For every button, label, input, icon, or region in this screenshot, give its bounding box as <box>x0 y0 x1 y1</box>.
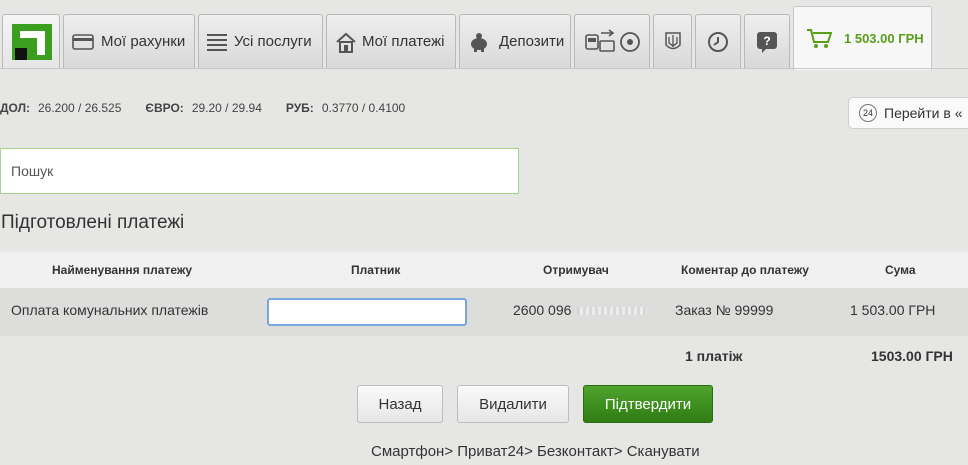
piggy-bank-icon <box>471 32 487 52</box>
cart-amount: 1 503.00 ГРН <box>844 31 924 46</box>
table-row: Оплата комунальних платежів 2600 096 Зак… <box>0 288 968 336</box>
rate-eur: ЄВРО: 29.20 / 29.94 <box>145 101 262 115</box>
column-header-amount: Сума <box>885 263 916 277</box>
table-header: Найменування платежу Платник Отримувач К… <box>0 252 968 288</box>
privat-logo[interactable] <box>2 14 60 68</box>
tab-my-payments[interactable]: Мої платежі <box>326 14 456 68</box>
travel-icon <box>585 28 615 52</box>
tab-help[interactable]: ? <box>744 14 790 68</box>
tab-my-payments-label: Мої платежі <box>362 33 445 50</box>
card-icon <box>72 33 94 50</box>
clock-icon <box>708 31 728 52</box>
coat-of-arms-icon <box>664 31 681 49</box>
rate-rub: РУБ: 0.3770 / 0.4100 <box>285 101 406 115</box>
payment-count: 1 платіж <box>685 348 743 364</box>
payer-input[interactable] <box>267 298 467 326</box>
exchange-rates: ДОЛ: 26.200 / 26.525 ЄВРО: 29.20 / 29.94 Р… <box>0 101 429 115</box>
tab-deposits[interactable]: Депозити <box>459 14 571 68</box>
recipient-account: 2600 096 <box>513 302 648 318</box>
column-header-recipient: Отримувач <box>543 263 609 277</box>
search-input[interactable] <box>0 148 519 194</box>
tab-all-services-label: Усі послуги <box>234 33 312 50</box>
back-button[interactable]: Назад <box>357 385 443 423</box>
football-icon <box>620 31 640 52</box>
tab-history[interactable] <box>695 14 741 68</box>
help-icon: ? <box>757 31 777 53</box>
tab-my-accounts[interactable]: Мої рахунки <box>63 14 195 68</box>
privat-logo-icon <box>12 24 52 60</box>
tab-deposits-label: Депозити <box>499 33 565 50</box>
payment-comment: Заказ № 99999 <box>675 302 774 318</box>
payment-name: Оплата комунальних платежів <box>11 302 209 318</box>
nav-divider <box>0 68 968 69</box>
tab-cart[interactable]: 1 503.00 ГРН <box>793 6 932 70</box>
privat24-badge-icon: 24 <box>859 104 877 122</box>
tab-all-services[interactable]: Усі послуги <box>198 14 323 68</box>
tab-travel-sport[interactable] <box>574 14 650 68</box>
rate-usd: ДОЛ: 26.200 / 26.525 <box>0 101 122 115</box>
payment-total: 1503.00 ГРН <box>871 348 953 364</box>
list-icon <box>207 33 227 51</box>
goto-button[interactable]: 24 Перейти в « <box>848 97 968 129</box>
masked-digits <box>577 307 648 316</box>
payment-amount: 1 503.00 ГРН <box>850 302 936 318</box>
column-header-comment: Коментар до платежу <box>681 263 809 277</box>
confirm-button[interactable]: Підтвердити <box>583 385 713 423</box>
column-header-name: Найменування платежу <box>52 263 193 277</box>
tab-my-accounts-label: Мої рахунки <box>101 33 186 50</box>
column-header-payer: Платник <box>351 263 401 277</box>
page-title: Підготовлені платежі <box>1 212 185 233</box>
table-summary: 1 платіж 1503.00 ГРН <box>0 336 968 376</box>
svg-text:?: ? <box>763 34 770 48</box>
top-nav: Мої рахунки Усі послуги Мої платежі Депо… <box>0 0 968 70</box>
delete-button[interactable]: Видалити <box>457 385 569 423</box>
tab-government[interactable] <box>653 14 692 68</box>
cart-icon <box>807 28 832 48</box>
house-icon <box>336 32 356 53</box>
footer-instructions: Смартфон> Приват24> Безконтакт> Скануват… <box>371 443 700 460</box>
goto-label: Перейти в « <box>884 105 963 121</box>
